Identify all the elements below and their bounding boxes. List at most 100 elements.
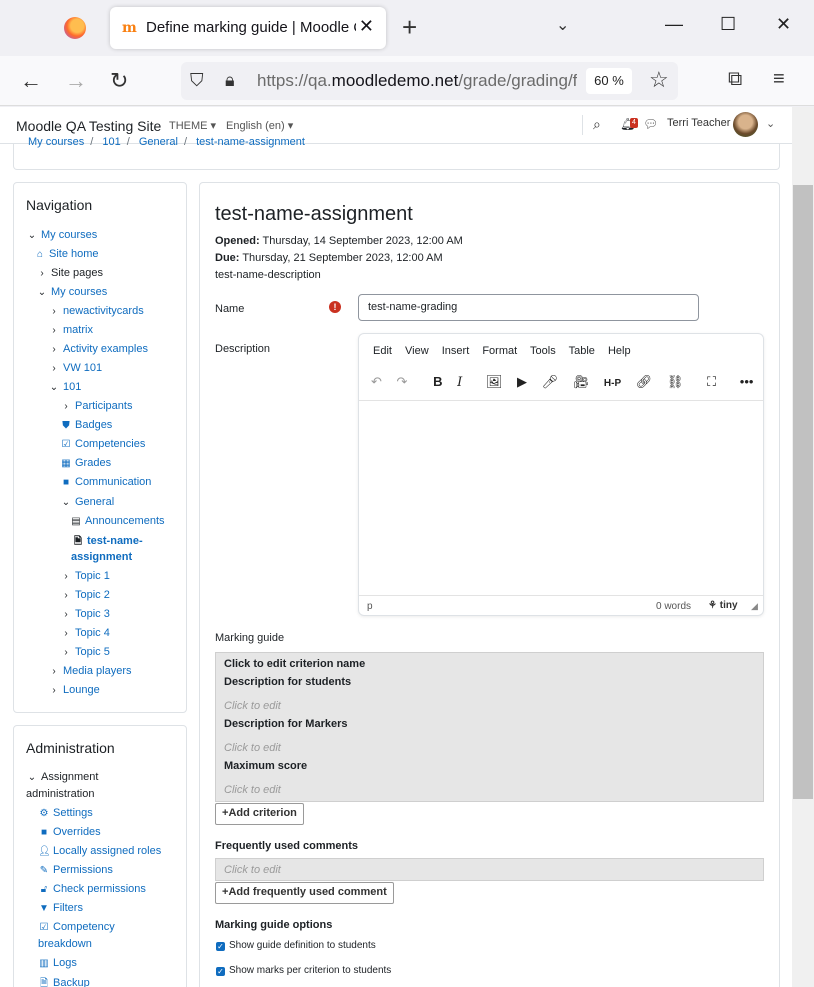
zoom-level-badge[interactable]: 60 % (586, 68, 632, 94)
breadcrumb-item[interactable]: My courses (28, 136, 84, 148)
admin-competency-breakdown-cont[interactable]: breakdown (38, 938, 92, 950)
add-fuc-button[interactable]: +Add frequently used comment (215, 882, 394, 904)
admin-assignment-administration-cont[interactable]: administration (26, 788, 94, 800)
reload-icon[interactable]: ↻ (110, 68, 128, 94)
criterion-name[interactable]: Click to edit criterion name (224, 658, 365, 670)
nav-topic-2[interactable]: › Topic 2 (60, 589, 110, 601)
admin-locally-assigned-roles[interactable]: 👤︎ Locally assigned roles (38, 845, 161, 857)
breadcrumb-item[interactable]: 101 (102, 136, 120, 148)
option-show-marks[interactable]: ✓ Show marks per criterion to students (216, 965, 391, 976)
fullscreen-icon[interactable]: ⛶ (707, 374, 716, 390)
url-bar[interactable]: ⛉ 🔒︎ https://qa.moodledemo.net/grade/gra… (181, 62, 678, 100)
menu-edit[interactable]: Edit (373, 345, 392, 357)
nav-test-name-assignment-cont[interactable]: assignment (71, 551, 132, 563)
nav-my-courses[interactable]: ⌄ My courses (26, 229, 97, 241)
menu-help[interactable]: Help (608, 345, 631, 357)
checkbox-checked-icon[interactable]: ✓ (216, 967, 225, 976)
admin-settings[interactable]: ⚙ Settings (38, 807, 93, 819)
maximum-score-edit[interactable]: Click to edit (224, 784, 281, 796)
new-tab-button[interactable]: + (402, 12, 417, 43)
editor-content-area[interactable] (359, 401, 763, 595)
maximize-icon[interactable]: ☐ (720, 14, 736, 35)
bookmark-star-icon[interactable]: ☆ (649, 67, 669, 93)
nav-topic-4[interactable]: › Topic 4 (60, 627, 110, 639)
search-icon[interactable]: ⌕ (593, 116, 601, 133)
admin-assignment-administration[interactable]: ⌄ Assignment (26, 771, 99, 783)
avatar[interactable] (733, 112, 758, 137)
tracking-shield-icon[interactable]: ⛉ (190, 70, 204, 91)
unlink-icon[interactable]: ⛓ (667, 374, 684, 390)
firefox-icon[interactable] (64, 17, 86, 39)
video-camera-icon[interactable]: 🎥︎ (573, 374, 590, 390)
nav-vw-101[interactable]: › VW 101 (48, 362, 102, 374)
description-markers-edit[interactable]: Click to edit (224, 742, 281, 754)
image-icon[interactable]: 🖼︎ (486, 374, 503, 390)
list-tabs-icon[interactable]: ⌄ (556, 15, 569, 35)
nav-competencies[interactable]: ☑ Competencies (60, 438, 146, 450)
add-criterion-button[interactable]: +Add criterion (215, 803, 304, 825)
chevron-down-icon[interactable]: ⌄ (766, 117, 775, 130)
menu-tools[interactable]: Tools (530, 345, 556, 357)
menu-view[interactable]: View (405, 345, 429, 357)
nav-site-pages[interactable]: › Site pages (36, 267, 103, 279)
lock-icon[interactable]: 🔒︎ (225, 70, 235, 91)
nav-general[interactable]: ⌄ General (60, 496, 114, 508)
admin-logs[interactable]: ▥ Logs (38, 957, 77, 969)
checkbox-checked-icon[interactable]: ✓ (216, 942, 225, 951)
admin-permissions[interactable]: ✎ Permissions (38, 864, 113, 876)
user-name[interactable]: Terri Teacher (667, 117, 730, 129)
admin-check-permissions[interactable]: 🔓︎ Check permissions (38, 883, 146, 895)
site-name[interactable]: Moodle QA Testing Site (16, 118, 161, 134)
more-icon[interactable]: ••• (740, 374, 754, 389)
element-path[interactable]: p (367, 601, 373, 612)
tab-close-button[interactable]: ✕ (359, 16, 374, 37)
redo-icon[interactable]: ↷ (397, 374, 408, 390)
nav-communication[interactable]: ■ Communication (60, 476, 151, 488)
nav-activity-examples[interactable]: › Activity examples (48, 343, 148, 355)
nav-my-courses-2[interactable]: ⌄ My courses (36, 286, 107, 298)
microphone-icon[interactable]: 🎤︎ (542, 374, 559, 390)
nav-badges[interactable]: ⛊ Badges (60, 419, 112, 431)
nav-topic-3[interactable]: › Topic 3 (60, 608, 110, 620)
word-count[interactable]: 0 words (656, 601, 691, 612)
option-show-definition[interactable]: ✓ Show guide definition to students (216, 940, 376, 951)
browser-tab[interactable]: m Define marking guide | Moodle QA Testi… (110, 7, 386, 49)
language-menu[interactable]: English (en) ▾ (226, 119, 293, 132)
nav-participants[interactable]: › Participants (60, 400, 132, 412)
undo-icon[interactable]: ↶ (371, 374, 382, 390)
close-window-icon[interactable]: ✕ (776, 14, 791, 35)
description-students-edit[interactable]: Click to edit (224, 700, 281, 712)
nav-newactivitycards[interactable]: › newactivitycards (48, 305, 143, 317)
menu-insert[interactable]: Insert (442, 345, 470, 357)
menu-format[interactable]: Format (482, 345, 517, 357)
theme-menu[interactable]: THEME ▾ (169, 119, 216, 132)
italic-icon[interactable]: I (457, 375, 462, 390)
admin-backup[interactable]: 🗎︎ Backup (38, 976, 90, 987)
back-icon[interactable]: ← (20, 68, 42, 94)
scrollbar-thumb[interactable] (793, 185, 813, 799)
extensions-icon[interactable]: ⧉ (728, 68, 742, 91)
resize-handle-icon[interactable]: ◢ (751, 601, 758, 612)
menu-icon[interactable]: ≡ (773, 68, 785, 91)
link-icon[interactable]: 🔗︎ (636, 374, 653, 390)
nav-101[interactable]: ⌄ 101 (48, 381, 82, 393)
bold-icon[interactable]: B (433, 374, 442, 389)
menu-table[interactable]: Table (569, 345, 595, 357)
admin-competency-breakdown[interactable]: ☑ Competency (38, 921, 115, 933)
url-text[interactable]: https://qa.moodledemo.net/grade/grading/… (257, 71, 577, 91)
admin-overrides[interactable]: ■ Overrides (38, 826, 101, 838)
media-icon[interactable]: ▶ (517, 374, 527, 390)
minimize-icon[interactable]: — (665, 14, 683, 35)
tiny-logo[interactable]: ⚘ tiny (708, 600, 738, 611)
nav-media-players[interactable]: › Media players (48, 665, 131, 677)
nav-test-name-assignment[interactable]: 🗎︎ test-name- (72, 534, 143, 551)
breadcrumb-item[interactable]: test-name-assignment (196, 136, 305, 148)
h5p-icon[interactable]: H-P (604, 378, 621, 389)
nav-site-home[interactable]: ⌂ Site home (34, 248, 99, 260)
forward-icon[interactable]: → (65, 68, 87, 94)
nav-matrix[interactable]: › matrix (48, 324, 93, 336)
breadcrumb-item[interactable]: General (139, 136, 178, 148)
chat-icon[interactable]: 💬︎ (643, 117, 658, 131)
nav-grades[interactable]: ▦ Grades (60, 457, 111, 469)
nav-announcements[interactable]: ▤ Announcements (70, 515, 164, 527)
